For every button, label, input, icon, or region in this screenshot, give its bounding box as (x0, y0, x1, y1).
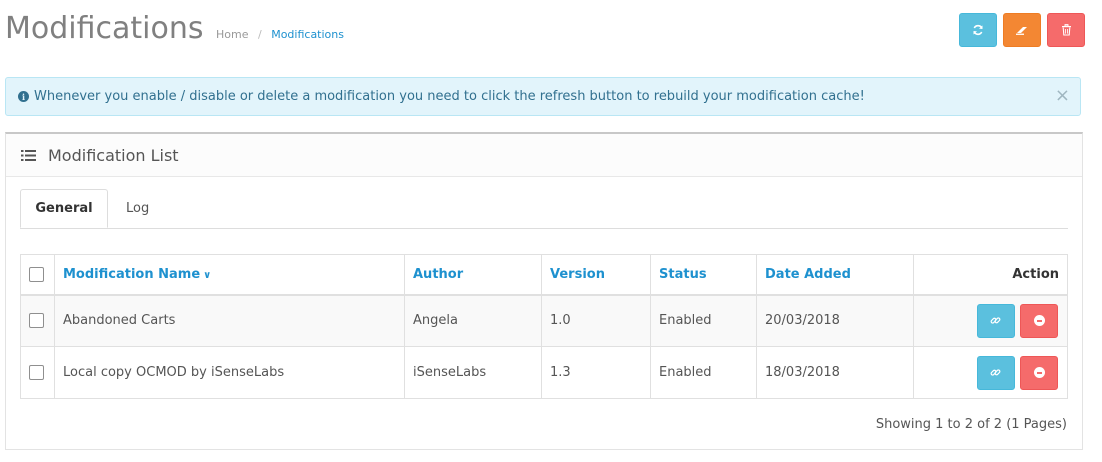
modifications-table: Modification Name ∨ Author Version Status… (20, 254, 1068, 399)
close-icon[interactable]: × (1055, 87, 1070, 105)
clear-log-button[interactable] (1003, 13, 1041, 47)
cell-date-added: 18/03/2018 (756, 346, 914, 399)
delete-button[interactable] (1047, 13, 1085, 47)
cell-author: iSenseLabs (404, 346, 542, 399)
minus-circle-icon (1033, 367, 1045, 378)
refresh-icon (973, 24, 983, 36)
table-header-row: Modification Name ∨ Author Version Status… (20, 254, 1068, 296)
link-icon (990, 317, 1001, 324)
trash-icon (1061, 24, 1071, 36)
cell-name: Local copy OCMOD by iSenseLabs (54, 346, 405, 399)
minus-circle-icon (1033, 315, 1045, 327)
alert-message: Whenever you enable / disable or delete … (34, 89, 865, 104)
column-header-name[interactable]: Modification Name ∨ (54, 254, 405, 296)
tabs: General Log (20, 189, 1068, 229)
cell-name: Abandoned Carts (54, 294, 405, 347)
table-row: Local copy OCMOD by iSenseLabs iSenseLab… (20, 346, 1068, 399)
select-all-cell (20, 254, 55, 296)
breadcrumb-home[interactable]: Home (216, 28, 248, 41)
table-row: Abandoned Carts Angela 1.0 Enabled 20/03… (20, 294, 1068, 347)
select-all-checkbox[interactable] (29, 266, 44, 282)
cell-version: 1.3 (541, 346, 651, 399)
breadcrumb-separator: / (257, 28, 262, 41)
info-alert: i Whenever you enable / disable or delet… (5, 77, 1081, 116)
cell-version: 1.0 (541, 294, 651, 347)
row-select-cell (20, 294, 55, 347)
panel-heading: Modification List (6, 134, 1082, 177)
info-icon: i (18, 91, 29, 102)
column-header-date-added[interactable]: Date Added (756, 254, 914, 296)
refresh-button[interactable] (959, 13, 997, 47)
link-button[interactable] (976, 355, 1015, 390)
row-select-cell (20, 346, 55, 399)
chevron-down-icon: ∨ (203, 269, 212, 281)
list-icon (21, 149, 36, 161)
panel-title: Modification List (48, 145, 179, 165)
column-header-status[interactable]: Status (650, 254, 757, 296)
cell-status: Enabled (650, 346, 757, 399)
breadcrumb: Home / Modifications (216, 28, 344, 41)
modification-list-panel: Modification List General Log Modificati… (5, 132, 1083, 450)
cell-action (913, 346, 1068, 399)
cell-status: Enabled (650, 294, 757, 347)
row-checkbox[interactable] (29, 313, 44, 329)
column-header-version[interactable]: Version (541, 254, 651, 296)
tab-general[interactable]: General (20, 189, 108, 228)
link-icon (990, 369, 1001, 376)
column-header-action: Action (913, 254, 1068, 296)
cell-author: Angela (404, 294, 542, 347)
tab-log[interactable]: Log (126, 189, 149, 227)
column-header-author[interactable]: Author (404, 254, 542, 296)
breadcrumb-current[interactable]: Modifications (271, 28, 344, 41)
disable-button[interactable] (1020, 355, 1058, 390)
cell-action (913, 294, 1068, 347)
row-checkbox[interactable] (29, 365, 44, 380)
cell-date-added: 20/03/2018 (756, 294, 914, 347)
eraser-icon (1016, 27, 1027, 35)
disable-button[interactable] (1020, 303, 1058, 338)
link-button[interactable] (976, 303, 1015, 338)
pagination-summary: Showing 1 to 2 of 2 (1 Pages) (875, 417, 1067, 432)
page-title: Modifications (5, 11, 204, 46)
